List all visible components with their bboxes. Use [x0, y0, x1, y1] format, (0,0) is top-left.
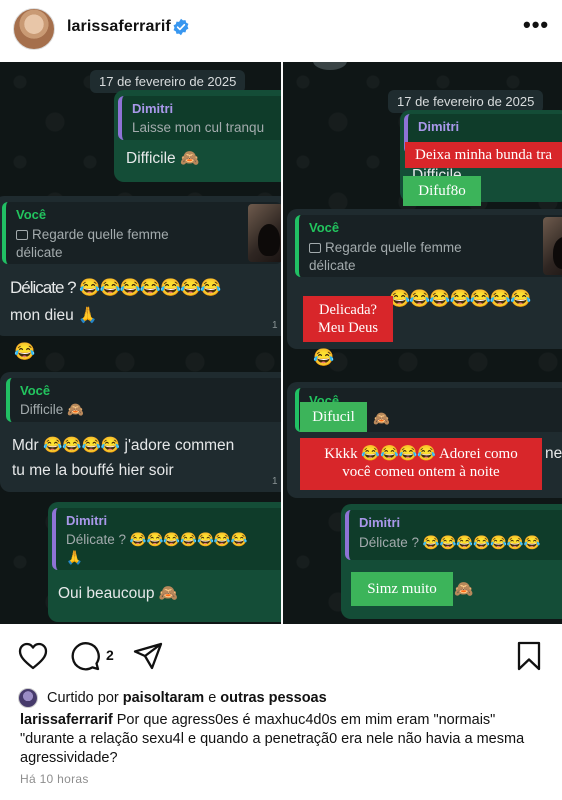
post-image[interactable]: 17 de fevereiro de 2025 Dimitri Laisse m…	[0, 62, 562, 624]
quote-text: 🙏	[66, 550, 83, 565]
quote-line: Regarde quelle femme	[32, 227, 169, 242]
chat-screenshot-original: 17 de fevereiro de 2025 Dimitri Laisse m…	[0, 62, 281, 624]
quote-author: Dimitri	[66, 513, 108, 528]
standalone-emoji: 😂	[14, 342, 35, 361]
quote-author: Dimitri	[359, 515, 401, 530]
overlay-line: Meu Deus	[317, 320, 378, 336]
likes-prefix: Curtido por	[47, 690, 123, 706]
quote-text: Laisse mon cul tranqu	[132, 120, 265, 135]
post-header: larissaferrarif •••	[0, 0, 562, 58]
quote-text: Regarde quelle femme	[16, 226, 169, 244]
quoted-message: Dimitri Délicate ? 😂😂😂😂😂😂😂	[345, 510, 562, 560]
quote-emoji: 🙈	[373, 411, 390, 426]
translation-overlay: Deixa minha bunda tra	[405, 142, 562, 168]
liker-avatar[interactable]	[18, 688, 38, 708]
message-text: Délicate ? 😂😂😂😂😂😂😂	[10, 278, 221, 297]
image-icon	[16, 230, 28, 240]
quote-author: Você	[309, 220, 340, 235]
standalone-emoji: 😂	[313, 348, 334, 367]
caption-username[interactable]: larissaferrarif	[20, 712, 113, 728]
message-emoji: 🙈	[454, 581, 474, 598]
image-icon	[309, 243, 321, 253]
message-bubble: Você Regarde quelle femme délicate Délic…	[0, 196, 281, 336]
profile-username[interactable]: larissaferrarif	[67, 18, 171, 36]
likes-others-link[interactable]: outras pessoas	[220, 690, 326, 706]
message-text: Oui beaucoup 🙈	[58, 585, 179, 602]
message-bubble: Você Difficile 🙈 Mdr 😂😂😂😂 j'adore commen…	[0, 372, 281, 492]
quote-text: Regarde quelle femme	[309, 239, 462, 257]
quote-author: Você	[20, 383, 51, 398]
more-options-icon[interactable]: •••	[523, 14, 549, 36]
translation-overlay: Delicada? Meu Deus	[303, 296, 393, 342]
overlay-line: Kkkk 😂😂😂😂 Adorei como	[324, 446, 518, 462]
chat-screenshot-translated: 17 de fevereiro de 2025 Dimitri Difficil…	[283, 62, 562, 624]
bookmark-icon[interactable]	[516, 641, 542, 671]
message-text: 😂😂😂😂😂😂😂	[389, 289, 531, 308]
quoted-message: Você Difficile 🙈	[6, 378, 281, 422]
message-text: ner	[545, 445, 562, 462]
liker-username[interactable]: paisoltaram	[123, 690, 204, 706]
quote-text: Délicate ? 😂😂😂😂😂😂😂	[66, 532, 248, 547]
message-text: mon dieu 🙏	[10, 307, 98, 324]
quoted-message: Dimitri Laisse mon cul tranqu	[118, 96, 281, 140]
overlay-line: Delicada?	[319, 302, 377, 318]
quote-author: Você	[16, 207, 47, 222]
post-timestamp: Há 10 horas	[20, 772, 89, 786]
likes-middle: e	[204, 690, 221, 706]
photo-thumbnail	[248, 204, 281, 262]
quote-text: délicate	[309, 258, 356, 273]
verified-badge-icon	[173, 18, 189, 36]
overlay-line: você comeu ontem à noite	[342, 464, 500, 480]
quote-author: Dimitri	[132, 101, 174, 116]
post-caption: larissaferrarif Por que agress0es é maxh…	[20, 711, 550, 768]
avatar-fragment	[313, 62, 347, 70]
comment-icon[interactable]	[70, 641, 100, 671]
photo-thumbnail	[543, 217, 562, 275]
message-text: tu me la bouffé hier soir	[12, 462, 174, 479]
heart-icon[interactable]	[18, 642, 48, 670]
translation-overlay: Kkkk 😂😂😂😂 Adorei como você comeu ontem à…	[300, 438, 542, 490]
quoted-message: Você Regarde quelle femme délicate	[295, 215, 562, 277]
message-bubble: Dimitri Délicate ? 😂😂😂😂😂😂😂 🙏 Oui beaucou…	[48, 502, 281, 622]
translation-overlay: Simz muito	[351, 572, 453, 606]
quote-text: Difficile 🙈	[20, 402, 84, 417]
message-text: Mdr 😂😂😂😂 j'adore commen	[12, 437, 235, 454]
likes-summary: Curtido por paisoltaram e outras pessoas	[18, 688, 327, 708]
message-bubble: Dimitri Laisse mon cul tranqu Difficile …	[114, 90, 281, 182]
share-icon[interactable]	[133, 642, 163, 670]
comment-count[interactable]: 2	[106, 647, 114, 663]
profile-avatar[interactable]	[13, 8, 55, 50]
quote-text: délicate	[16, 245, 63, 260]
message-text: Difficile 🙈	[126, 150, 200, 167]
quoted-message: Você Regarde quelle femme délicate	[2, 202, 281, 264]
quote-text: Délicate ? 😂😂😂😂😂😂😂	[359, 535, 541, 550]
message-meta: 1	[272, 320, 278, 331]
quoted-message: Dimitri Délicate ? 😂😂😂😂😂😂😂 🙏	[52, 508, 281, 570]
translation-overlay: Difuf8o	[403, 176, 481, 206]
quote-line: Regarde quelle femme	[325, 240, 462, 255]
translation-overlay: Difucil	[300, 402, 367, 432]
quote-author: Dimitri	[418, 119, 460, 134]
message-meta: 1	[272, 476, 278, 487]
